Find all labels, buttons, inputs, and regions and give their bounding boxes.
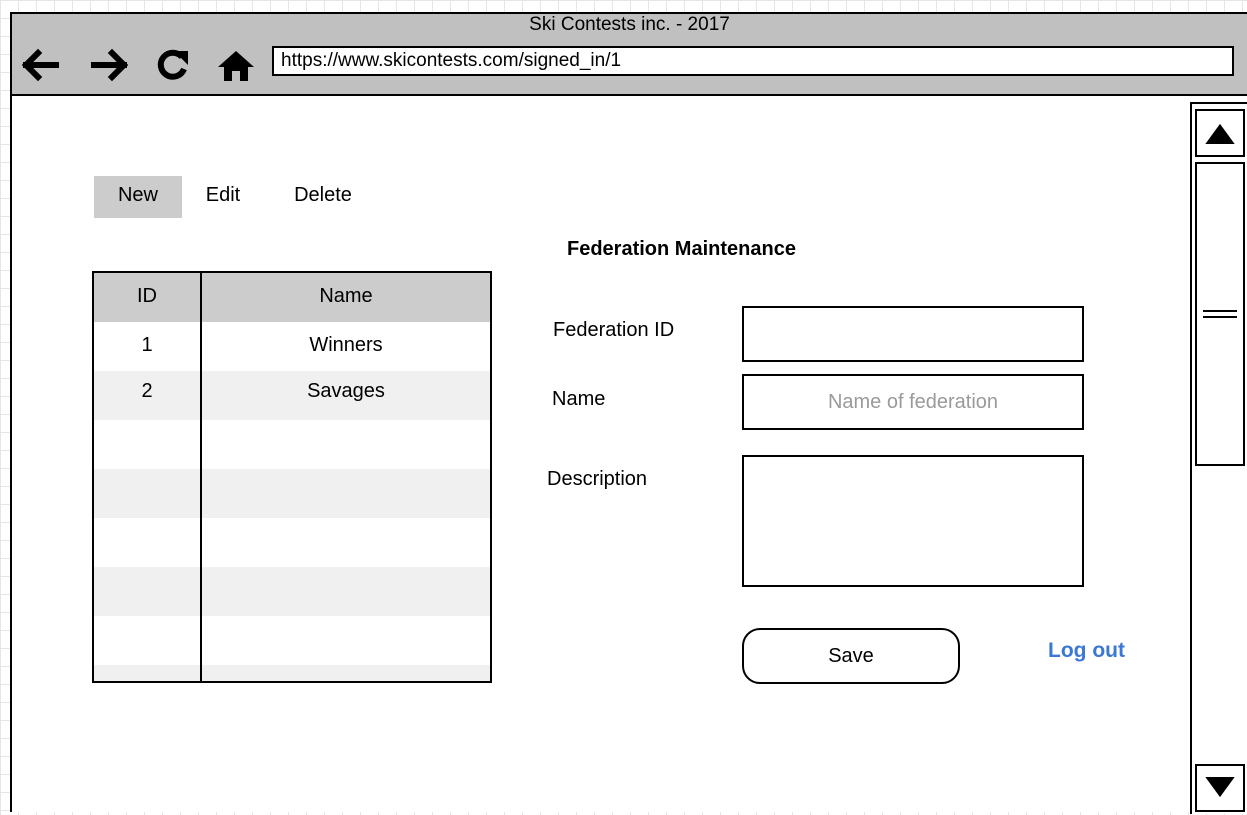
row-name-cell: Savages [307,380,385,402]
delete-button[interactable]: Delete [282,176,364,218]
federation-table: ID Name 1 Winners 2 Savages [92,271,492,683]
scroll-down-icon[interactable] [1195,764,1245,812]
thumb-grip [1203,316,1237,318]
table-row-empty[interactable] [94,665,490,681]
description-label: Description [547,468,648,490]
forward-arrow-icon[interactable] [88,47,129,83]
federation-id-label: Federation ID [553,319,675,341]
row-id-cell: 1 [141,334,153,356]
table-row-empty[interactable] [94,420,490,469]
logout-link[interactable]: Log out [1048,639,1125,663]
name-label: Name [552,388,606,410]
scroll-thumb[interactable] [1195,162,1245,466]
table-header-row: ID Name [94,273,490,322]
new-button[interactable]: New [94,176,182,218]
table-row-empty[interactable] [94,567,490,616]
address-bar[interactable]: https://www.skicontests.com/signed_in/1 [272,46,1234,76]
column-header-id: ID [137,285,157,307]
row-name-cell: Winners [309,334,383,356]
thumb-grip [1203,310,1237,312]
window-title: Ski Contests inc. - 2017 [529,14,730,35]
vertical-scrollbar[interactable] [1190,102,1247,814]
column-divider [200,273,202,681]
back-arrow-icon[interactable] [21,47,62,83]
table-row[interactable]: 2 Savages [94,371,490,420]
table-row-empty[interactable] [94,469,490,518]
refresh-icon[interactable] [152,47,192,83]
browser-titlebar: Ski Contests inc. - 2017 https://www.ski… [12,14,1247,96]
scroll-up-icon[interactable] [1195,109,1245,157]
name-field[interactable] [742,374,1084,430]
edit-button[interactable]: Edit [196,176,250,218]
table-row-empty[interactable] [94,518,490,567]
federation-id-field[interactable] [742,306,1084,362]
column-header-name: Name [319,285,373,307]
browser-window: Ski Contests inc. - 2017 https://www.ski… [10,12,1247,814]
table-row[interactable]: 1 Winners [94,322,490,371]
description-field[interactable] [742,455,1084,587]
save-button[interactable]: Save [742,628,960,684]
home-icon[interactable] [216,47,256,83]
form-title: Federation Maintenance [567,238,796,260]
row-id-cell: 2 [141,380,153,402]
table-row-empty[interactable] [94,616,490,665]
